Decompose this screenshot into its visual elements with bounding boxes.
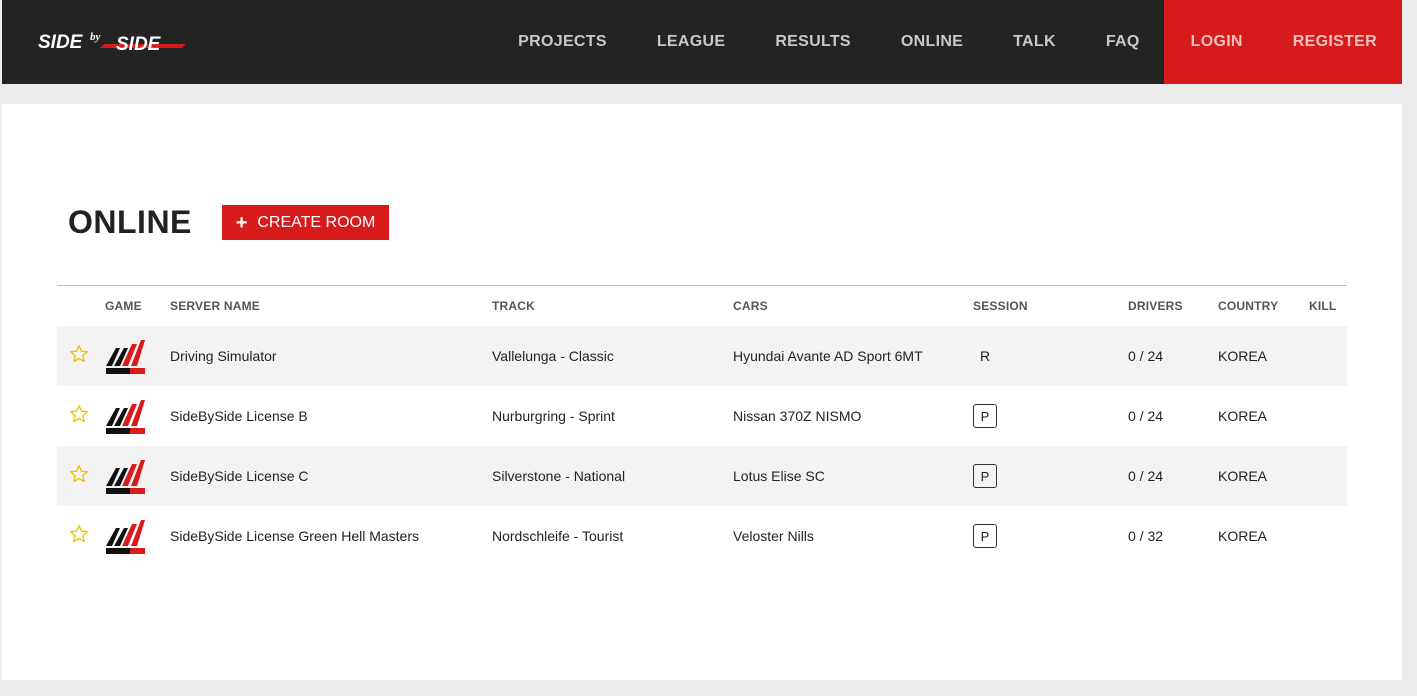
star-icon[interactable] <box>69 404 89 424</box>
server-name[interactable]: SideBySide License Green Hell Masters <box>170 528 419 544</box>
track-name: Nordschleife - Tourist <box>492 528 624 544</box>
table-row[interactable]: Driving Simulator Vallelunga - Classic H… <box>57 326 1347 386</box>
create-room-button[interactable]: + CREATE ROOM <box>222 205 389 240</box>
car-name: Veloster Nills <box>733 528 814 544</box>
server-name[interactable]: SideBySide License B <box>170 408 308 424</box>
nav-results[interactable]: RESULTS <box>750 0 876 84</box>
svg-text:by: by <box>90 31 101 43</box>
server-table: GAME SERVER NAME TRACK CARS SESSION DRIV… <box>57 285 1347 566</box>
create-room-label: CREATE ROOM <box>257 213 376 231</box>
assetto-corsa-logo-icon <box>106 400 145 434</box>
track-name: Nurburgring - Sprint <box>492 408 615 424</box>
table-header: GAME SERVER NAME TRACK CARS SESSION DRIV… <box>57 286 1347 326</box>
header-country: COUNTRY <box>1218 299 1279 313</box>
top-navbar: SIDE by SIDE PROJECTS LEAGUE RESULTS ONL… <box>2 0 1402 84</box>
header-drivers: DRIVERS <box>1128 299 1183 313</box>
table-row[interactable]: SideBySide License C Silverstone - Natio… <box>57 446 1347 506</box>
server-name[interactable]: Driving Simulator <box>170 348 277 364</box>
table-row[interactable]: SideBySide License Green Hell Masters No… <box>57 506 1347 566</box>
header-cars: CARS <box>733 299 768 313</box>
session-badge: R <box>979 348 991 364</box>
assetto-corsa-logo-icon <box>106 340 145 374</box>
session-badge: P <box>973 464 997 488</box>
page-title: ONLINE <box>68 204 192 240</box>
nav-online[interactable]: ONLINE <box>876 0 988 84</box>
table-row[interactable]: SideBySide License B Nurburgring - Sprin… <box>57 386 1347 446</box>
drivers-count: 0 / 32 <box>1128 528 1164 544</box>
header-game: GAME <box>105 299 142 313</box>
star-icon[interactable] <box>69 464 89 484</box>
session-badge: P <box>973 524 997 548</box>
main-nav: PROJECTS LEAGUE RESULTS ONLINE TALK FAQ … <box>493 0 1402 84</box>
nav-faq[interactable]: FAQ <box>1081 0 1164 84</box>
drivers-count: 0 / 24 <box>1128 468 1164 484</box>
nav-talk[interactable]: TALK <box>988 0 1081 84</box>
drivers-count: 0 / 24 <box>1128 408 1164 424</box>
nav-league[interactable]: LEAGUE <box>632 0 750 84</box>
session-badge: P <box>973 404 997 428</box>
country: KOREA <box>1218 348 1268 364</box>
login-link[interactable]: LOGIN <box>1166 0 1268 84</box>
track-name: Vallelunga - Classic <box>492 348 614 364</box>
header-session: SESSION <box>973 299 1028 313</box>
header-kill: KILL <box>1309 299 1337 313</box>
plus-icon: + <box>235 211 248 234</box>
star-icon[interactable] <box>69 344 89 364</box>
register-link[interactable]: REGISTER <box>1268 0 1402 84</box>
country: KOREA <box>1218 408 1268 424</box>
sidebyside-logo[interactable]: SIDE by SIDE <box>36 26 196 58</box>
track-name: Silverstone - National <box>492 468 626 484</box>
svg-text:SIDE: SIDE <box>38 32 84 53</box>
svg-text:SIDE: SIDE <box>116 34 162 55</box>
nav-projects[interactable]: PROJECTS <box>493 0 632 84</box>
auth-nav: LOGIN REGISTER <box>1163 0 1402 84</box>
country: KOREA <box>1218 528 1268 544</box>
header-track: TRACK <box>492 299 535 313</box>
country: KOREA <box>1218 468 1268 484</box>
car-name: Hyundai Avante AD Sport 6MT <box>733 348 923 364</box>
drivers-count: 0 / 24 <box>1128 348 1164 364</box>
assetto-corsa-logo-icon <box>106 460 145 494</box>
star-icon[interactable] <box>69 524 89 544</box>
car-name: Nissan 370Z NISMO <box>733 408 862 424</box>
car-name: Lotus Elise SC <box>733 468 825 484</box>
assetto-corsa-logo-icon <box>106 520 145 554</box>
main-content: ONLINE + CREATE ROOM GAME SERVER NAME TR… <box>2 104 1402 680</box>
header-server-name: SERVER NAME <box>170 299 260 313</box>
server-name[interactable]: SideBySide License C <box>170 468 309 484</box>
